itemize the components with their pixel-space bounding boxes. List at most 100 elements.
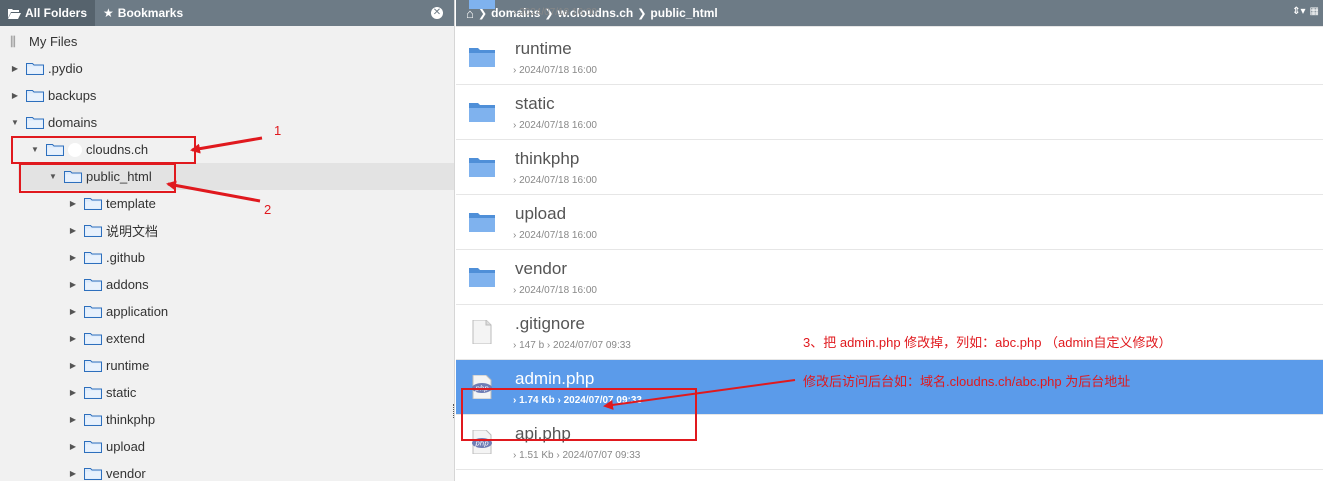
tree-item[interactable]: ▶ upload [68,433,145,460]
file-meta: › 2024/07/18 16:00 [513,7,597,18]
folder-open-icon [8,8,21,19]
folder-icon [84,197,102,210]
annotation-box-2 [19,163,176,193]
file-name: upload [515,204,567,223]
tab-all-folders-label: All Folders [25,6,88,20]
drive-icon: ⫼ [10,33,16,49]
annotation-label-2: 2 [264,202,272,217]
folder-icon [468,100,496,124]
annotation-note-4: 修改后访问后台如：域名.cloudns.ch/abc.php 为后台地址 [803,374,1131,389]
tab-all-folders[interactable]: All Folders [0,0,96,26]
folder-icon [84,251,102,264]
caret-right-icon[interactable]: ▶ [68,361,78,370]
tree-item-label: extend [106,331,146,346]
tree-item-label: .github [106,250,146,265]
tree-item-label: domains [48,115,98,130]
folder-icon [468,210,496,234]
file-row[interactable]: runtime › 2024/07/18 16:00 [456,30,1323,85]
file-name: .gitignore [515,314,585,333]
tree-item[interactable]: ▶ 说明文档 [68,217,158,244]
caret-right-icon[interactable]: ▶ [68,307,78,316]
annotation-note-3: 3、把 admin.php 修改掉，列如：abc.php （admin自定义修改… [803,335,1172,350]
tree-item[interactable]: ▶ template [68,190,156,217]
caret-right-icon[interactable]: ▶ [68,280,78,289]
file-meta: › 2024/07/18 16:00 [513,65,597,76]
folder-icon [468,155,496,179]
file-meta: › 2024/07/18 16:00 [513,175,597,186]
tree-item[interactable]: ▶ backups [10,82,97,109]
caret-right-icon[interactable]: ▶ [68,226,78,235]
folder-icon [84,413,102,426]
file-meta: › 147 b › 2024/07/07 09:33 [513,340,631,351]
tree-item[interactable]: ▶ .pydio [10,55,83,82]
tree-item-label: addons [106,277,149,292]
tree-item-label: template [106,196,156,211]
caret-down-icon[interactable]: ▼ [10,118,20,127]
file-name: runtime [515,39,572,58]
file-name: admin.php [515,369,595,388]
file-icon [468,319,496,345]
tree-item[interactable]: ▶ extend [68,325,145,352]
tree-item[interactable]: ▶ vendor [68,460,146,481]
file-name: vendor [515,259,567,278]
star-icon: ★ [103,6,114,20]
annotation-label-1: 1 [274,123,282,138]
file-meta: › 1.51 Kb › 2024/07/07 09:33 [513,450,641,461]
tree-item[interactable]: ▶ runtime [68,352,149,379]
tree-item-label: runtime [106,358,150,373]
folder-icon [84,440,102,453]
tree-item-label: backups [48,88,97,103]
close-icon[interactable]: ✕ [431,7,443,19]
caret-right-icon[interactable]: ▶ [68,253,78,262]
folder-icon [84,278,102,291]
folder-icon [84,305,102,318]
folder-icon [84,467,102,480]
file-name: thinkphp [515,149,580,168]
tree-item-label: .pydio [48,61,83,76]
tree-root-my-files[interactable]: ⫼ My Files [10,28,77,55]
file-row[interactable]: upload › 2024/07/18 16:00 [456,195,1323,250]
tree-item[interactable]: ▶ thinkphp [68,406,155,433]
tree-item[interactable]: ▶ application [68,298,168,325]
folder-icon [84,386,102,399]
file-name: static [515,94,555,113]
caret-right-icon[interactable]: ▶ [10,64,20,73]
folder-icon [84,359,102,372]
tree-item-label: static [106,385,137,400]
tree-item[interactable]: ▶ addons [68,271,149,298]
folder-icon [468,265,496,289]
folder-icon [26,89,44,102]
file-row[interactable]: › 2024/07/18 16:00 [456,0,1323,27]
caret-right-icon[interactable]: ▶ [10,91,20,100]
panel-resize-handle[interactable] [453,404,454,418]
tab-bookmarks-label: Bookmarks [117,6,184,20]
caret-right-icon[interactable]: ▶ [68,469,78,478]
annotation-box-1 [11,136,196,164]
tab-bookmarks[interactable]: ★ Bookmarks [95,0,191,26]
folder-icon [84,224,102,237]
tree-item-label: application [106,304,169,319]
file-row[interactable]: thinkphp › 2024/07/18 16:00 [456,140,1323,195]
tree-item-label: thinkphp [106,412,156,427]
tree-item-label: vendor [106,466,146,481]
folder-tree-panel: All Folders ★ Bookmarks ✕ ⫼ My Files ▶ .p… [0,0,455,481]
file-meta: › 2024/07/18 16:00 [513,230,597,241]
folder-icon [84,332,102,345]
caret-right-icon[interactable]: ▶ [68,415,78,424]
file-meta: › 2024/07/18 16:00 [513,285,597,296]
caret-right-icon[interactable]: ▶ [68,334,78,343]
tree-item[interactable]: ▶ .github [68,244,145,271]
folder-icon [26,62,44,75]
tree-item[interactable]: ▶ static [68,379,136,406]
annotation-box-3 [461,388,697,441]
folder-icon [26,116,44,129]
tree-item[interactable]: ▼ domains [10,109,97,136]
caret-right-icon[interactable]: ▶ [68,199,78,208]
file-row[interactable]: static › 2024/07/18 16:00 [456,85,1323,140]
left-panel-header: All Folders ★ Bookmarks ✕ [0,0,454,26]
caret-right-icon[interactable]: ▶ [68,442,78,451]
file-meta: › 2024/07/18 16:00 [513,120,597,131]
file-row[interactable]: vendor › 2024/07/18 16:00 [456,250,1323,305]
folder-icon [468,45,496,69]
caret-right-icon[interactable]: ▶ [68,388,78,397]
